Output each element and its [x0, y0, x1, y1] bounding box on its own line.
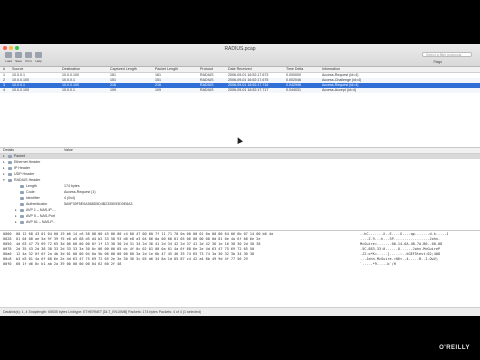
detail-tree-item[interactable]: ▸ UDP Header: [0, 172, 480, 177]
field-icon: [8, 172, 12, 176]
title-bar: RADIUS.pcap Load Save Print Help Select a f…: [0, 44, 480, 67]
detail-tree-item[interactable]: ▸ AVP 1 – NAS-IP-...: [0, 208, 480, 213]
flags-label: Flags: [433, 60, 442, 64]
packet-cell: 4: [3, 88, 5, 92]
column-header[interactable]: Time Delta: [286, 67, 303, 72]
column-header[interactable]: #: [3, 67, 5, 72]
field-icon: [8, 160, 12, 164]
pane-divider[interactable]: [0, 230, 480, 231]
column-header[interactable]: Destination: [62, 67, 80, 72]
column-header[interactable]: Information: [322, 67, 340, 72]
detail-label: Packet: [14, 154, 25, 158]
field-icon: [20, 184, 24, 188]
detail-tree-item[interactable]: Code Access-Request (1): [0, 190, 480, 195]
detail-value: 5A9F39F5E0A568D5D4B2335093D0E8A3: [64, 202, 133, 206]
field-icon: [8, 178, 12, 182]
packet-cell: 109: [155, 88, 161, 92]
detail-label: Length: [26, 184, 37, 188]
detail-tree-item[interactable]: Identifier 4 (0x4): [0, 196, 480, 201]
hex-ascii: `.....*9.....b`/H: [360, 262, 396, 266]
app-window: RADIUS.pcap Load Save Print Help Select a f…: [0, 44, 480, 316]
detail-label: UDP Header: [14, 172, 35, 176]
detail-tree-item[interactable]: ▸ Ethernet Header: [0, 160, 480, 165]
field-icon: [20, 202, 24, 206]
detail-label: AVP 61 – NAS-P...: [26, 220, 56, 224]
print-button[interactable]: Print: [24, 52, 33, 63]
print-icon: [25, 52, 32, 58]
packet-cell: Access-Accept (id=4): [322, 88, 357, 92]
detail-label: Identifier: [26, 196, 40, 200]
packet-cell: 109: [110, 88, 116, 92]
column-header[interactable]: Protocol: [200, 67, 213, 72]
detail-tree-item[interactable]: ▸ AVP 5 – NAS-Port: [0, 214, 480, 219]
load-button[interactable]: Load: [4, 52, 13, 63]
toolbar-button-label: Save: [15, 59, 22, 63]
detail-label: Authenticator: [26, 202, 48, 206]
filter-input[interactable]: Select a filter protocols: [422, 52, 472, 57]
packet-cell: 10.0.0.100: [12, 88, 29, 92]
hex-offset: 00f0: [3, 262, 12, 266]
window-title: RADIUS.pcap: [224, 46, 256, 52]
save-button[interactable]: Save: [14, 52, 23, 63]
field-icon: [20, 196, 24, 200]
column-header[interactable]: Date Received: [228, 67, 252, 72]
details-col-header[interactable]: Details: [3, 148, 14, 153]
folder-icon: [5, 52, 12, 58]
detail-label: RADIUS Header: [14, 178, 41, 182]
detail-value: 174 bytes: [64, 184, 80, 188]
detail-tree-item[interactable]: Authenticator 5A9F39F5E0A568D5D4B2335093D…: [0, 202, 480, 207]
help-icon: [35, 52, 42, 58]
details-pane: Details Value ▸ Packet ▸ Ethernet Header ▸ IP…: [0, 148, 480, 230]
detail-tree-item[interactable]: Length 174 bytes: [0, 184, 480, 189]
field-icon: [20, 220, 24, 224]
packet-row[interactable]: 4 10.0.0.100 10.0.0.1 109 109 RADIUS 2006-09-0…: [0, 88, 480, 93]
packet-cell: 2006-09-01 16:52:17.717: [228, 88, 269, 92]
column-header[interactable]: Packet Length: [155, 67, 178, 72]
field-icon: [8, 154, 12, 158]
detail-value: Access-Request (1): [64, 190, 96, 194]
detail-tree-item[interactable]: ▸ Packet: [0, 154, 480, 159]
toolbar-button-label: Print: [25, 59, 32, 63]
field-icon: [8, 166, 12, 170]
detail-label: Ethernet Header: [14, 160, 41, 164]
field-icon: [20, 214, 24, 218]
detail-tree-item[interactable]: ▸ IP Header: [0, 166, 480, 171]
toolbar-button-label: Load: [5, 59, 12, 63]
status-text: Datalink(s): 1, 4 Snaplength: 65535 byte…: [3, 310, 202, 314]
value-col-header[interactable]: Value: [64, 148, 73, 153]
field-icon: [20, 190, 24, 194]
detail-value: 4 (0x4): [64, 196, 76, 200]
packet-cell: 0.044031: [286, 88, 301, 92]
watermark-logo: O'REILLY: [437, 345, 472, 351]
toolbar-button-label: Help: [35, 59, 42, 63]
field-icon: [20, 208, 24, 212]
column-header[interactable]: Source: [12, 67, 23, 72]
column-header[interactable]: Captured Length: [110, 67, 137, 72]
status-bar: Datalink(s): 1, 4 Snaplength: 65535 byte…: [0, 307, 480, 316]
hex-bytes: 60 1f d6 0c b1 ab 2a 39 00 00 00 00 04 6…: [16, 262, 122, 266]
hex-dump-pane: 0000 00 12 68 43 01 04 00 19 b6 14 c6 58 …: [0, 232, 480, 308]
detail-tree-item[interactable]: ▾ RADIUS Header: [0, 178, 480, 183]
detail-label: Code: [26, 190, 35, 194]
packet-cell: RADIUS: [200, 88, 214, 92]
detail-label: AVP 1 – NAS-IP-...: [26, 208, 57, 212]
detail-tree-item[interactable]: ▸ AVP 61 – NAS-P...: [0, 220, 480, 225]
detail-label: AVP 5 – NAS-Port: [26, 214, 56, 218]
save-icon: [15, 52, 22, 58]
packet-cell: 10.0.0.1: [62, 88, 75, 92]
help-button[interactable]: Help: [34, 52, 43, 63]
detail-label: IP Header: [14, 166, 31, 170]
